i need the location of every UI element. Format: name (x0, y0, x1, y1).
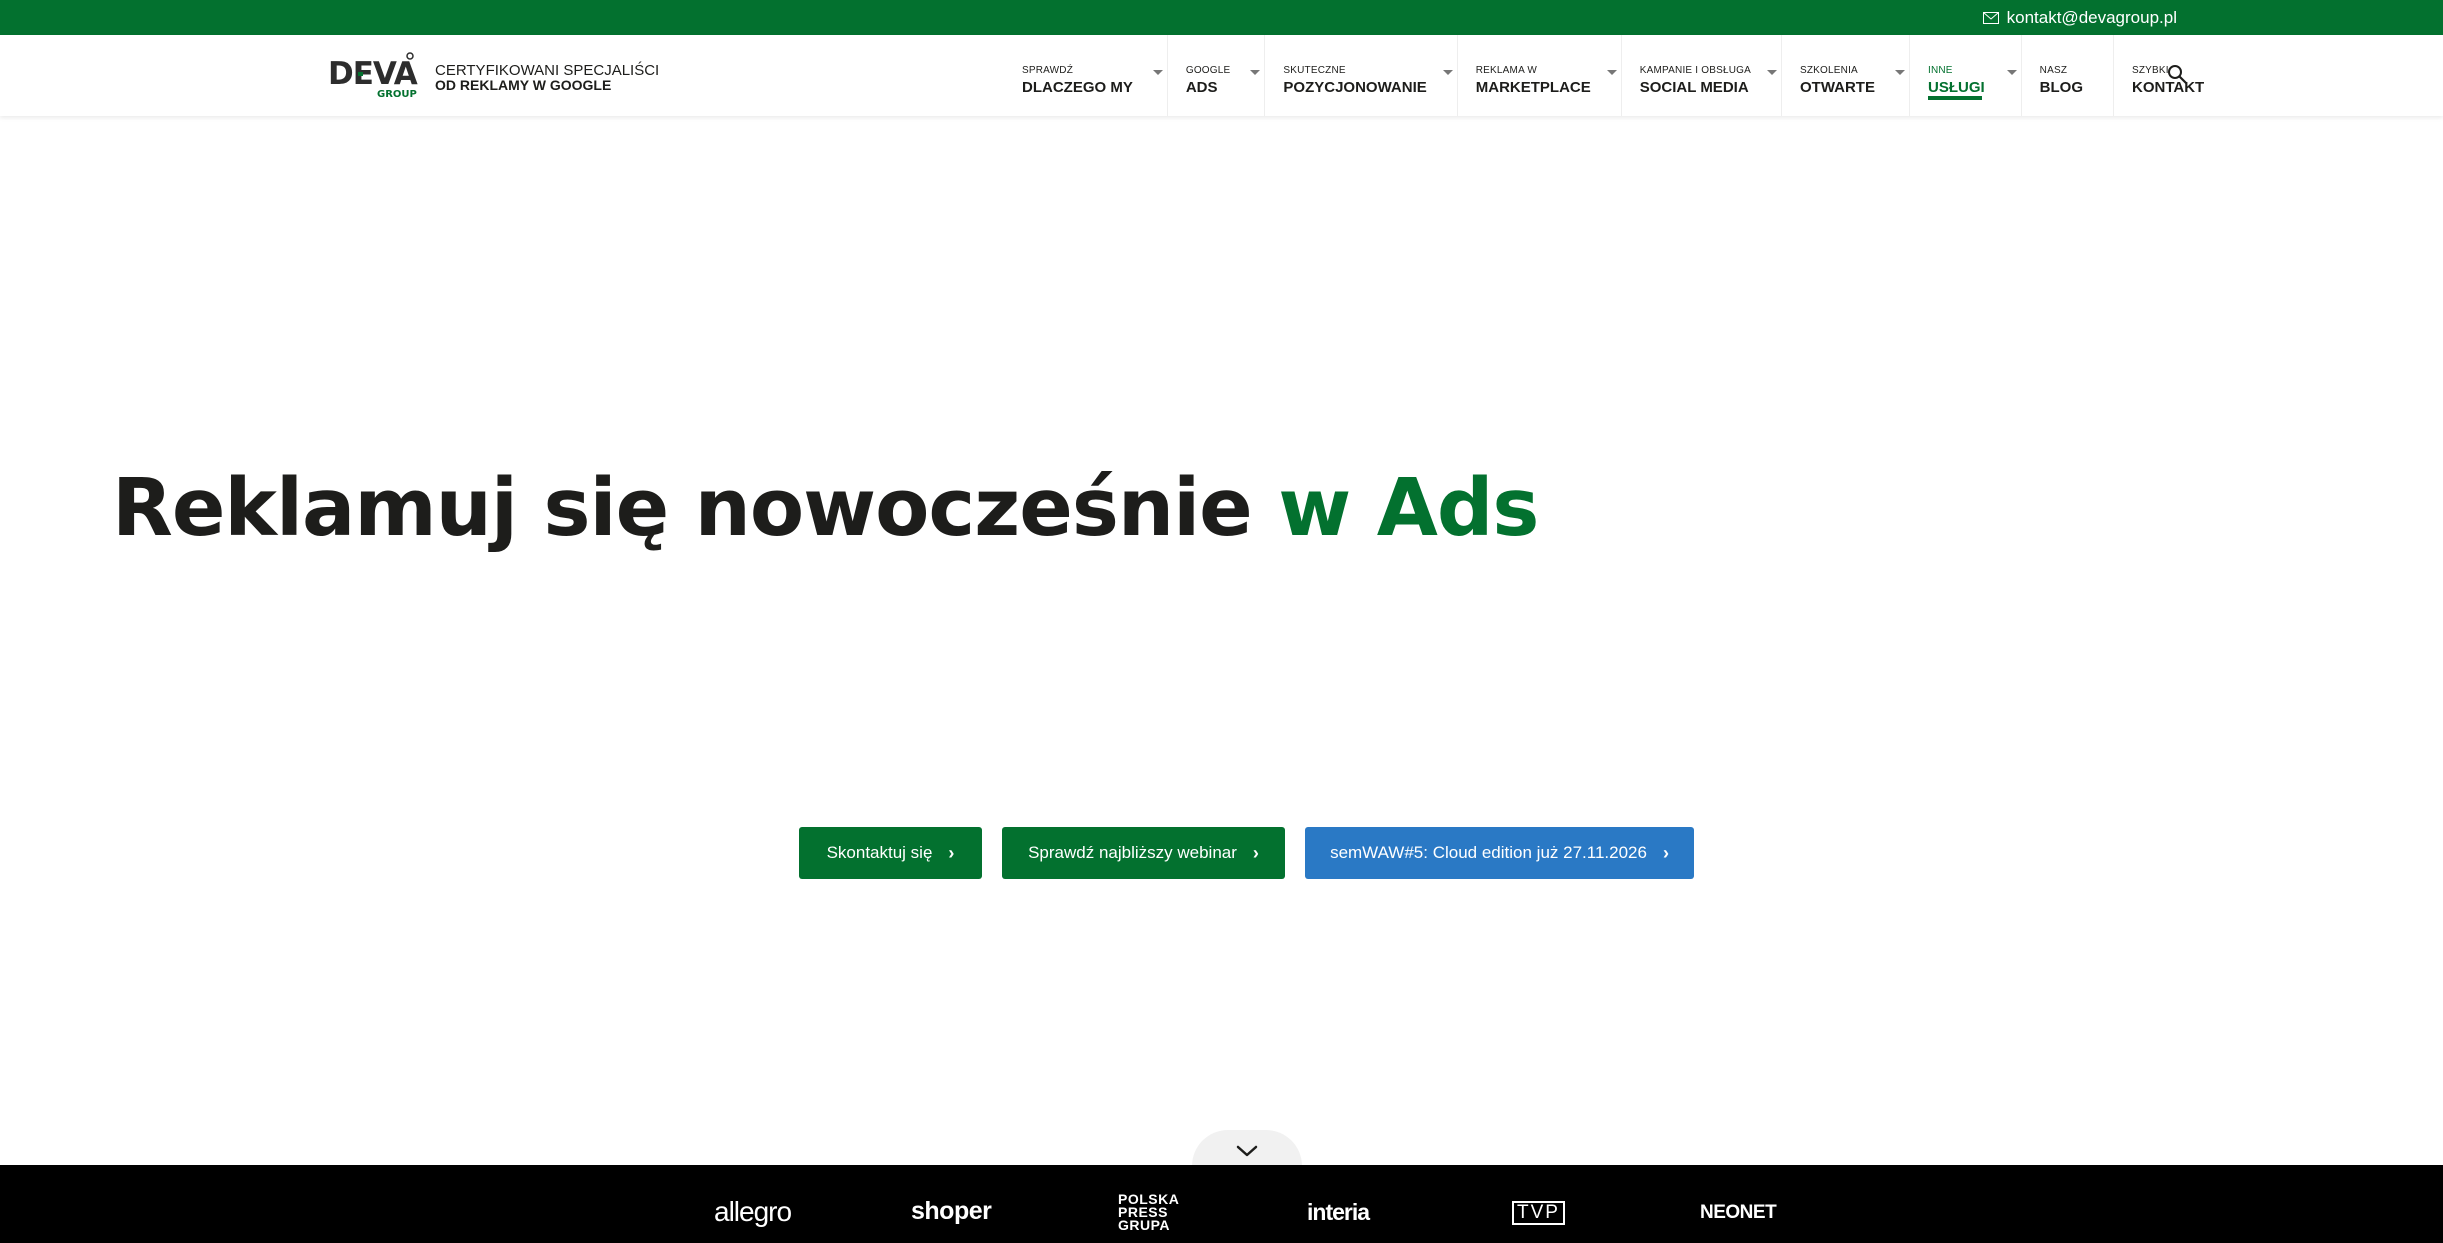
contact-email-text: kontakt@devagroup.pl (2006, 7, 2177, 27)
nav-item-ads[interactable]: GOOGLE ADS (1168, 35, 1266, 116)
nav-item-label: OTWARTE (1799, 79, 1875, 96)
hero-title: Reklamuj się nowocześnie w Ads (112, 462, 1539, 554)
nav-item-label: BLOG (2039, 79, 2083, 96)
neonet-logo: NEONET (1700, 1202, 1777, 1223)
nav-item-blog[interactable]: NASZ BLOG (2022, 35, 2114, 116)
nav-item-marketplace[interactable]: REKLAMA W MARKETPLACE (1458, 35, 1622, 116)
main-header: DEVA GROUP CERTYFIKOWANI SPECJALIŚCI OD … (0, 35, 2443, 116)
nav-item-dlaczego-my[interactable]: SPRAWDŹ DLACZEGO MY (1004, 35, 1168, 116)
nav-item-small-label: SPRAWDŹ (1022, 65, 1074, 76)
dropdown-caret-icon (1606, 70, 1617, 75)
dropdown-caret-icon (1766, 70, 1777, 75)
nav-item-small-label: GOOGLE (1185, 65, 1231, 76)
semwaw-event-button[interactable]: semWAW#5: Cloud edition już 27.11.2026 › (1305, 827, 1694, 879)
nav-item-uslugi[interactable]: INNE USŁUGI (1910, 35, 2022, 116)
deva-group-logo[interactable]: DEVA GROUP (328, 50, 424, 100)
chevron-right-icon: › (948, 842, 955, 863)
hero-title-accent: w Ads (1278, 462, 1539, 554)
dropdown-caret-icon (1250, 70, 1261, 75)
chevron-down-icon (1236, 1145, 1258, 1157)
deva-logo-graphic: DEVA GROUP (328, 52, 419, 100)
scroll-down-button[interactable] (1192, 1130, 1302, 1166)
nav-item-label: SOCIAL MEDIA (1639, 79, 1749, 96)
nav-item-label: MARKETPLACE (1475, 79, 1591, 96)
tvp-logo: TVP (1512, 1201, 1565, 1225)
header-tagline: CERTYFIKOWANI SPECJALIŚCI OD REKLAMY W G… (435, 63, 659, 93)
webinar-button-label: Sprawdź najbliższy webinar (1028, 843, 1237, 862)
dropdown-caret-icon (1442, 70, 1453, 75)
nav-item-small-label: SZKOLENIA (1799, 65, 1858, 76)
chevron-right-icon: › (1252, 842, 1259, 863)
hero-title-main: Reklamuj się nowocześnie (112, 462, 1279, 554)
nav-item-szkolenia[interactable]: SZKOLENIA OTWARTE (1782, 35, 1910, 116)
dropdown-caret-icon (1894, 70, 1905, 75)
nav-item-small-label: NASZ (2039, 65, 2068, 76)
contact-button-label: Skontaktuj się (826, 843, 933, 862)
semwaw-button-label: semWAW#5: Cloud edition już 27.11.2026 (1330, 843, 1647, 862)
nav-item-small-label: SKUTECZNE (1283, 65, 1346, 76)
nav-item-small-label: INNE (1927, 65, 1953, 76)
allegro-logo: allegro (714, 1196, 792, 1227)
search-icon (2168, 65, 2188, 85)
top-bar: kontakt@devagroup.pl (0, 0, 2443, 35)
main-navigation: SPRAWDŹ DLACZEGO MY GOOGLE ADS SKUTECZNE… (1004, 35, 2222, 116)
nav-item-pozycjonowanie[interactable]: SKUTECZNE POZYCJONOWANIE (1265, 35, 1458, 116)
polska-press-logo: POLSKA PRESS GRUPA (1118, 1192, 1179, 1233)
svg-text:GROUP: GROUP (377, 89, 417, 100)
mail-icon (1982, 11, 1999, 24)
tagline-line-2: OD REKLAMY W GOOGLE (435, 77, 612, 93)
webinar-button[interactable]: Sprawdź najbliższy webinar › (1002, 827, 1285, 879)
dropdown-caret-icon (2006, 70, 2017, 75)
nav-item-small-label: KAMPANIE I OBSŁUGA (1639, 65, 1751, 76)
dropdown-caret-icon (1152, 70, 1163, 75)
search-button[interactable] (2166, 63, 2190, 87)
svg-text:DEVA: DEVA (328, 56, 418, 92)
nav-item-social-media[interactable]: KAMPANIE I OBSŁUGA SOCIAL MEDIA (1622, 35, 1782, 116)
chevron-right-icon: › (1662, 842, 1669, 863)
nav-item-label: ADS (1185, 79, 1218, 96)
contact-button[interactable]: Skontaktuj się › (799, 827, 982, 879)
shoper-logo: shoper (911, 1197, 992, 1225)
client-logos-strip: allegro shoper POLSKA PRESS GRUPA interi… (0, 1165, 2443, 1243)
nav-item-small-label: REKLAMA W (1475, 65, 1538, 76)
nav-item-label: USŁUGI (1927, 79, 1985, 96)
polska-press-line-3: GRUPA (1118, 1217, 1171, 1233)
contact-email-link[interactable]: kontakt@devagroup.pl (1982, 0, 2177, 35)
nav-item-label: DLACZEGO MY (1022, 79, 1133, 96)
active-nav-underline (1927, 96, 1982, 100)
interia-logo: interia (1307, 1199, 1370, 1225)
tagline-line-1: CERTYFIKOWANI SPECJALIŚCI (435, 62, 660, 79)
nav-item-label: POZYCJONOWANIE (1283, 79, 1427, 96)
